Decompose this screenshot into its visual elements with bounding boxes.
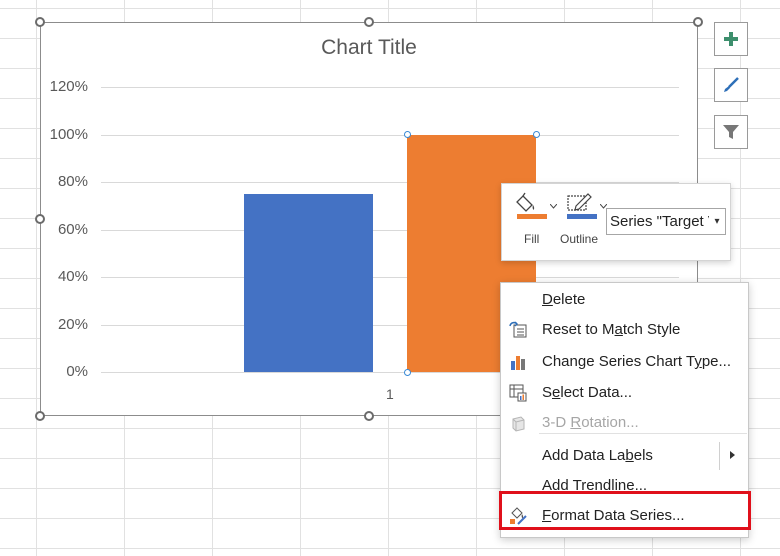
chevron-down-icon xyxy=(550,204,557,209)
menu-item[interactable]: Select Data... xyxy=(501,379,748,407)
menu-item-label: Reset to Match Style xyxy=(542,321,681,338)
y-tick-label: 80% xyxy=(57,173,88,190)
chevron-down-icon: ▾ xyxy=(709,209,725,234)
menu-item-label: Delete xyxy=(542,291,586,308)
menu-separator xyxy=(539,433,747,434)
resize-handle-top-right[interactable] xyxy=(693,17,703,27)
resize-handle-top[interactable] xyxy=(364,17,374,27)
menu-item[interactable]: Reset to Match Style xyxy=(501,316,748,344)
pencil-outline-icon xyxy=(567,193,597,219)
y-gridline xyxy=(101,277,679,278)
y-tick-label: 60% xyxy=(57,220,88,238)
chart-element-selector[interactable]: Series "Target V ▾ xyxy=(606,208,726,235)
plus-icon xyxy=(724,32,738,46)
chart-elements-button[interactable] xyxy=(714,22,748,56)
y-tick-label: 20% xyxy=(57,315,88,333)
resize-handle-bottom-left[interactable] xyxy=(35,411,45,421)
resize-handle-bottom[interactable] xyxy=(364,411,374,421)
fill-label: Fill xyxy=(524,232,540,246)
y-tick-label: 100% xyxy=(49,125,88,143)
menu-item-label: Change Series Chart Type... xyxy=(542,353,731,370)
menu-item[interactable]: Change Series Chart Type... xyxy=(501,348,748,376)
filter-icon xyxy=(723,125,739,139)
y-tick-label: 0% xyxy=(66,363,88,380)
bar-series-1[interactable] xyxy=(244,193,373,372)
cube-icon xyxy=(509,414,527,432)
bar-chart-icon xyxy=(509,353,527,371)
menu-item-label: 3-D Rotation... xyxy=(542,414,639,431)
paint-bucket-icon xyxy=(516,192,547,219)
select-data-icon xyxy=(509,384,527,402)
outline-button[interactable]: Outline xyxy=(560,192,607,252)
highlight-annotation xyxy=(499,491,751,530)
format-mini-toolbar: Fill Outline Series "Target V ▾ xyxy=(501,183,731,261)
chart-element-selector-value: Series "Target V xyxy=(610,213,718,230)
reset-style-icon xyxy=(509,321,527,339)
x-tick-label: 1 xyxy=(386,386,394,402)
chart-title[interactable]: Chart Title xyxy=(40,36,698,60)
selection-handle[interactable] xyxy=(532,131,540,138)
chevron-right-icon xyxy=(730,451,735,459)
submenu-arrow-icon xyxy=(719,442,720,470)
y-gridline xyxy=(101,87,679,88)
brush-icon xyxy=(724,77,739,92)
selection-handle[interactable] xyxy=(403,368,411,376)
outline-label: Outline xyxy=(560,232,599,246)
menu-item[interactable]: Delete xyxy=(501,286,748,314)
chart-styles-button[interactable] xyxy=(714,68,748,102)
fill-button[interactable]: Fill xyxy=(512,192,560,252)
y-gridline xyxy=(101,134,679,136)
y-tick-label: 120% xyxy=(49,78,88,95)
menu-item-label: Select Data... xyxy=(542,384,633,401)
resize-handle-top-left[interactable] xyxy=(35,17,45,27)
menu-item[interactable]: Add Data Labels xyxy=(501,442,748,470)
chart-filters-button[interactable] xyxy=(714,115,748,149)
selection-handle[interactable] xyxy=(403,131,411,138)
menu-item-label: Add Data Labels xyxy=(542,447,653,464)
y-tick-label: 40% xyxy=(57,268,88,285)
